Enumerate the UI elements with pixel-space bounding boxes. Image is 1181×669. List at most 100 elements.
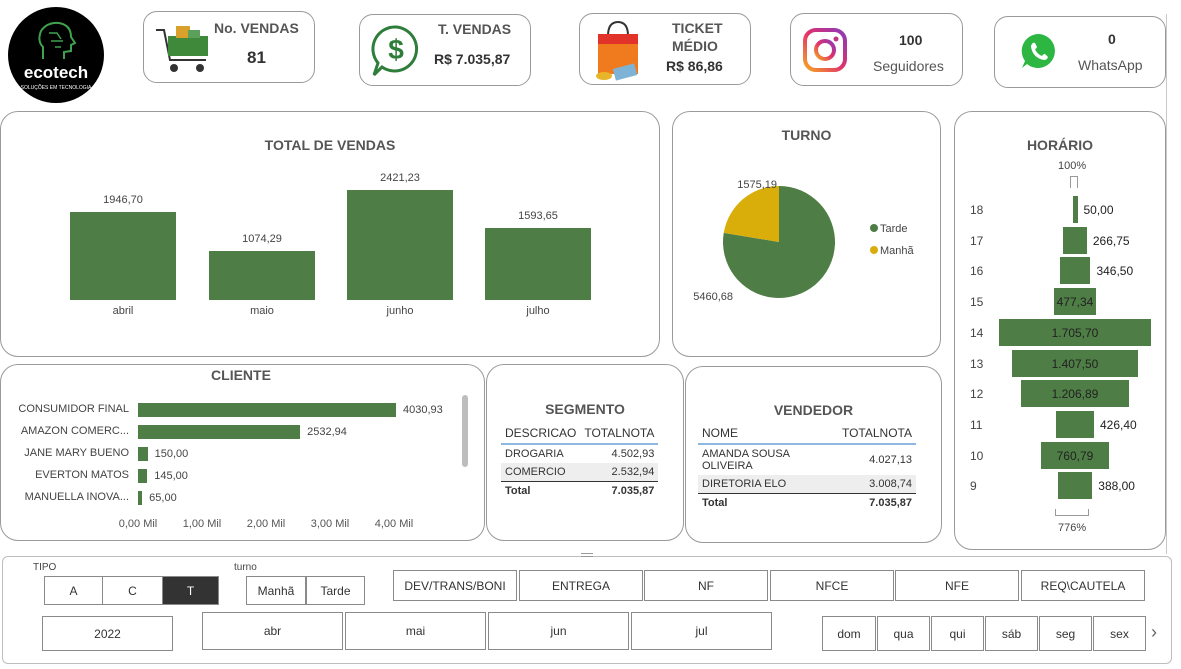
tipo-label: TIPO [33, 562, 57, 573]
categoria-req-cautela[interactable]: REQ\CAUTELA [1021, 570, 1145, 601]
turno-legend-marker [870, 224, 878, 232]
dia-button-qui[interactable]: qui [931, 616, 984, 651]
whatsapp-label: WhatsApp [1078, 57, 1143, 73]
segmento-cell: 2.532,94 [611, 466, 655, 478]
ano-button-2022[interactable]: 2022 [42, 616, 173, 651]
vendedor-header-totalnota[interactable]: TOTALNOTA [838, 423, 916, 444]
cliente-bar [138, 447, 148, 461]
filter-panel-handle[interactable] [581, 553, 593, 557]
turno-filter-tarde[interactable]: Tarde [306, 576, 365, 605]
vendedor-total-label: Total [702, 497, 728, 509]
horario-category-label: 18 [970, 203, 984, 217]
instagram-icon [803, 28, 847, 72]
cliente-value-label: 4030,93 [402, 404, 443, 416]
turno-legend-marker [870, 246, 878, 254]
segmento-header-descricao[interactable]: DESCRICAO [501, 423, 580, 444]
cliente-value-label: 145,00 [154, 470, 188, 482]
segmento-title: SEGMENTO [545, 401, 625, 417]
shopping-bag-icon [596, 20, 638, 81]
cliente-scrollbar[interactable] [462, 395, 468, 467]
table-row[interactable]: AMANDA SOUSA OLIVEIRA 4.027,13 [698, 444, 916, 475]
table-row[interactable]: COMERCIO 2.532,94 [501, 463, 659, 482]
categoria-nfce[interactable]: NFCE [770, 570, 894, 601]
segmento-total-label: Total [505, 485, 531, 497]
vendedor-header-nome[interactable]: NOME [698, 423, 838, 444]
turno-slice-label: 5460,68 [693, 291, 733, 303]
horario-value-label: 1.407,50 [1051, 356, 1099, 371]
dia-button-sex[interactable]: sex [1093, 616, 1146, 651]
cliente-x-tick-label: 2,00 Mil [246, 518, 286, 530]
cliente-category-label: EVERTON MATOS [35, 469, 129, 481]
dia-button-dom[interactable]: dom [822, 616, 876, 651]
horario-value-label: 266,75 [1092, 233, 1130, 248]
horario-bottom-marker [1055, 509, 1089, 516]
total-vendas-value-label: 2421,23 [380, 172, 420, 184]
mes-button-mai[interactable]: mai [345, 612, 486, 650]
logo-tagline: SOLUÇÕES EM TECNOLOGIA [20, 85, 92, 91]
total-vendas-bar [209, 251, 315, 300]
table-row[interactable]: DROGARIA 4.502,93 [501, 444, 658, 463]
money-bubble-icon: $ [371, 25, 419, 77]
cliente-category-label: MANUELLA INOVA... [24, 491, 129, 503]
vendedor-card: VENDEDOR NOME TOTALNOTA AMANDA SOUSA OLI… [685, 366, 942, 543]
cliente-value-label: 65,00 [149, 492, 177, 504]
cliente-x-tick-label: 0,00 Mil [118, 518, 158, 530]
horario-value-label: 760,79 [1056, 448, 1094, 463]
horario-value-label: 50,00 [1083, 203, 1114, 217]
horario-bar [1063, 226, 1087, 254]
kpi-ticket-title-2: MÉDIO [672, 38, 718, 54]
total-vendas-category-label: junho [386, 305, 414, 317]
kpi-vendas-value: 81 [247, 48, 266, 67]
dia-button-qua[interactable]: qua [877, 616, 930, 651]
turno-legend-label: Manhã [880, 245, 915, 257]
turno-pie-slice[interactable] [723, 186, 779, 242]
horario-card: HORÁRIO 100% 18 50,00 17 266,75 16 346,50 15 47… [954, 111, 1166, 550]
tipo-button-c[interactable]: C [102, 576, 163, 605]
total-vendas-bar [70, 211, 176, 300]
horario-category-label: 9 [970, 479, 977, 494]
kpi-tvendas-value: R$ 7.035,87 [434, 51, 511, 67]
dia-button-seg[interactable]: seg [1039, 616, 1092, 651]
categoria-entrega[interactable]: ENTREGA [519, 570, 643, 601]
kpi-vendas-card: No. VENDAS 81 [143, 11, 315, 83]
shopping-cart-icon [156, 26, 208, 72]
cliente-bar [138, 403, 396, 417]
horario-category-label: 17 [970, 233, 984, 248]
categoria-nfe[interactable]: NFE [895, 570, 1019, 601]
categoria-dev-trans-boni[interactable]: DEV/TRANS/BONI [393, 570, 517, 601]
categoria-nf[interactable]: NF [644, 570, 768, 601]
total-vendas-category-label: abril [112, 305, 134, 317]
mes-button-jul[interactable]: jul [631, 612, 772, 650]
vendedor-total-value: 7.035,87 [869, 497, 912, 509]
kpi-ticket-title-1: TICKET [672, 20, 723, 36]
logo: ecotech SOLUÇÕES EM TECNOLOGIA [6, 5, 109, 105]
segmento-header-totalnota[interactable]: TOTALNOTA [580, 423, 658, 444]
cliente-value-label: 2532,94 [307, 426, 347, 438]
mes-button-jun[interactable]: jun [488, 612, 629, 650]
vendedor-title: VENDEDOR [773, 402, 854, 418]
horario-bar [1056, 410, 1094, 438]
kpi-instagram-card: 100 Seguidores [790, 13, 963, 86]
tipo-button-t[interactable]: T [162, 576, 219, 605]
turno-filter-label: turno [234, 562, 257, 573]
horario-bar [1059, 257, 1091, 285]
cliente-x-tick-label: 1,00 Mil [182, 518, 222, 530]
horario-bottom-label: 776% [1058, 522, 1087, 534]
cliente-category-label: JANE MARY BUENO [24, 447, 129, 459]
horario-category-label: 11 [970, 417, 983, 432]
turno-filter-manha[interactable]: Manhã [246, 576, 306, 605]
cliente-category-label: CONSUMIDOR FINAL [18, 403, 129, 415]
table-row[interactable]: DIRETORIA ELO 3.008,74 [698, 475, 916, 494]
tipo-button-a[interactable]: A [44, 576, 103, 605]
chevron-right-icon[interactable]: › [1151, 622, 1157, 643]
table-total-row: Total 7.035,87 [501, 481, 659, 501]
total-vendas-value-label: 1946,70 [103, 193, 143, 206]
segmento-cell: 4.502,93 [611, 448, 655, 460]
cliente-card: CLIENTE CONSUMIDOR FINAL 4030,93 AMAZON CO… [0, 364, 485, 541]
horario-category-label: 16 [970, 264, 984, 279]
cliente-x-tick-label: 4,00 Mil [374, 518, 414, 530]
whatsapp-icon [1021, 33, 1055, 68]
vendedor-cell: DIRETORIA ELO [702, 478, 787, 490]
dia-button-sab[interactable]: sáb [985, 616, 1038, 651]
mes-button-abr[interactable]: abr [202, 612, 343, 650]
